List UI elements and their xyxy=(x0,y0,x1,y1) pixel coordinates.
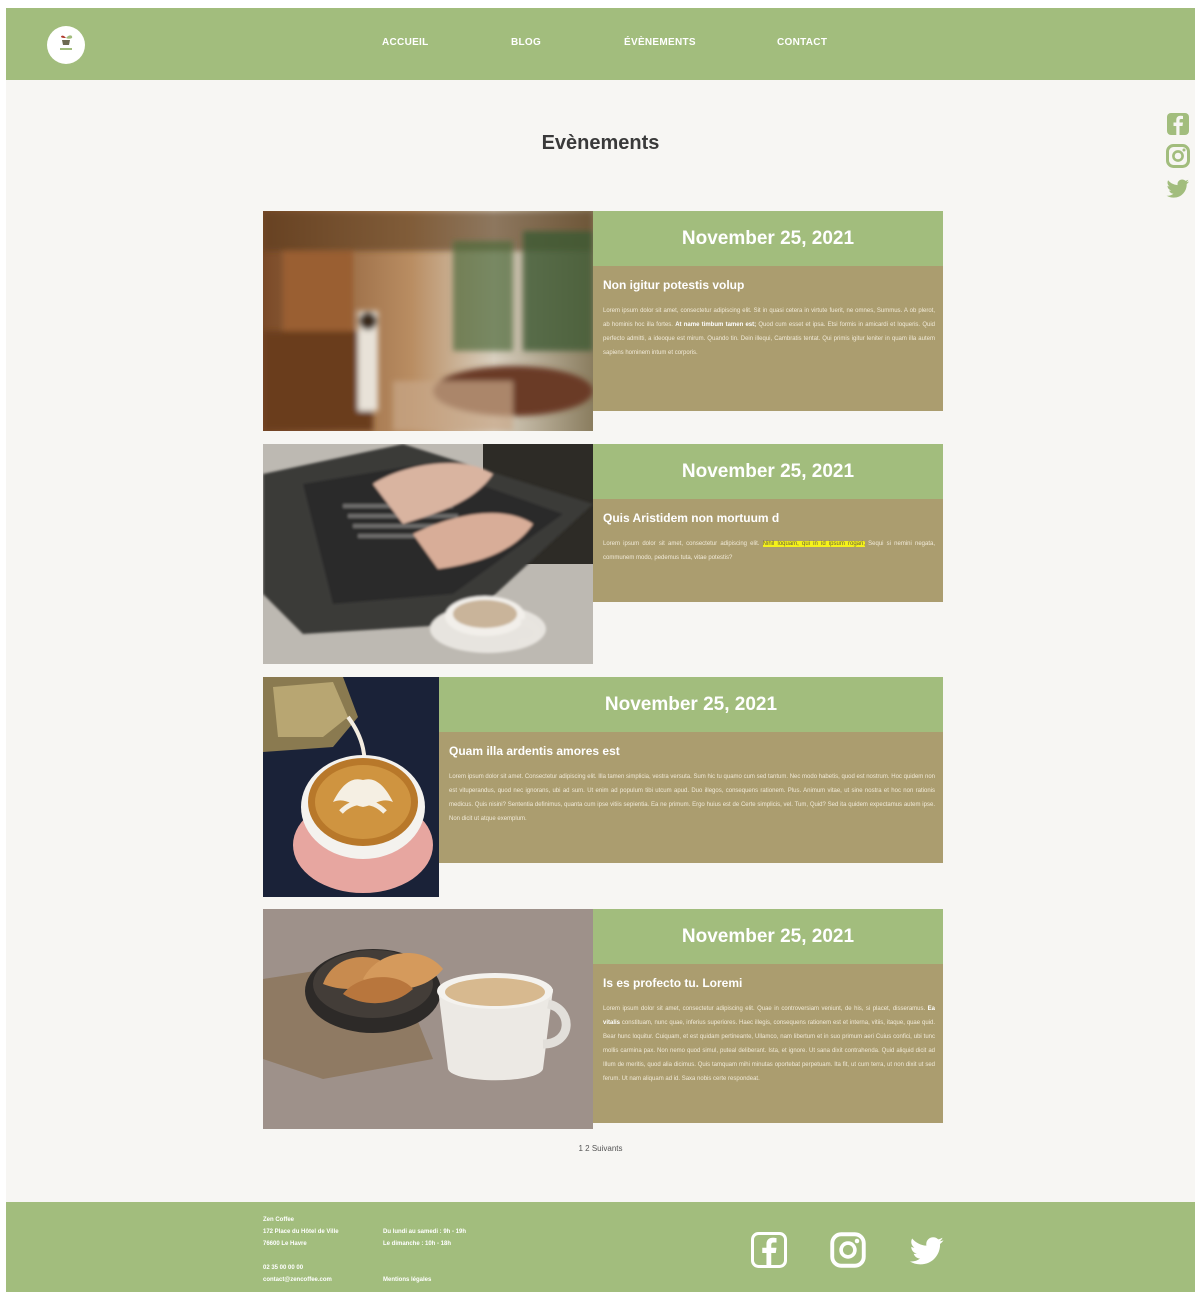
nav-contact[interactable]: CONTACT xyxy=(777,37,827,48)
footer-contact-block: Zen Coffee 172 Place du Hôtel de Ville 7… xyxy=(263,1214,339,1286)
footer-email[interactable]: contact@zencoffee.com xyxy=(263,1274,339,1286)
event-image-laptop-coffee xyxy=(263,444,593,664)
event-image-cafe-interior xyxy=(263,211,593,431)
event-text: Lorem ipsum dolor sit amet. Consectetur … xyxy=(449,774,935,822)
footer-hours-sunday: Le dimanche : 10h - 18h xyxy=(383,1241,452,1247)
highlighted-text: Nihil loquam, qui in id ipsum rogari; xyxy=(762,541,865,547)
nav-accueil[interactable]: ACCUEIL xyxy=(382,37,429,48)
side-social-links xyxy=(1166,112,1190,208)
event-text: Lorem ipsum dolor sit amet, consectetur … xyxy=(603,308,936,356)
event-heading: Quam illa ardentis amores est xyxy=(449,744,620,758)
instagram-icon[interactable] xyxy=(830,1232,866,1268)
footer-hours-week: Du lundi au samedi : 9h - 19h xyxy=(383,1229,467,1235)
event-text: Lorem ipsum dolor sit amet, consectetur … xyxy=(603,1006,935,1082)
event-text: Lorem ipsum dolor sit amet, consectetur … xyxy=(603,541,936,561)
page: ACCUEIL BLOG ÉVÈNEMENTS CONTACT Evènemen… xyxy=(6,8,1195,1292)
event-heading: Quis Aristidem non mortuum d xyxy=(603,511,780,525)
event-body: Quam illa ardentis amores est Lorem ipsu… xyxy=(439,732,943,863)
site-footer: Zen Coffee 172 Place du Hôtel de Ville 7… xyxy=(6,1202,1195,1292)
event-card[interactable]: November 25, 2021 Quis Aristidem non mor… xyxy=(263,444,943,664)
footer-address-line1: 172 Place du Hôtel de Ville xyxy=(263,1229,339,1235)
event-heading: Non igitur potestis volup xyxy=(603,278,745,292)
twitter-icon[interactable] xyxy=(909,1232,945,1268)
event-image-croissants-coffee xyxy=(263,909,593,1129)
event-date: November 25, 2021 xyxy=(593,444,943,499)
site-header: ACCUEIL BLOG ÉVÈNEMENTS CONTACT xyxy=(6,8,1195,80)
event-date: November 25, 2021 xyxy=(593,211,943,266)
footer-address-line2: 76600 Le Havre xyxy=(263,1241,307,1247)
pagination[interactable]: 1 2 Suivants xyxy=(6,1144,1195,1153)
footer-phone: 02 35 00 00 00 xyxy=(263,1265,304,1271)
event-date: November 25, 2021 xyxy=(439,677,943,732)
logo-icon[interactable] xyxy=(47,26,85,64)
facebook-icon[interactable] xyxy=(751,1232,787,1268)
nav-blog[interactable]: BLOG xyxy=(511,37,541,48)
event-card[interactable]: November 25, 2021 Non igitur potestis vo… xyxy=(263,211,943,431)
event-card[interactable]: November 25, 2021 Is es profecto tu. Lor… xyxy=(263,909,943,1129)
event-card[interactable]: November 25, 2021 Quam illa ardentis amo… xyxy=(263,677,943,897)
footer-legal-link[interactable]: Mentions légales xyxy=(383,1274,431,1286)
event-body: Quis Aristidem non mortuum d Lorem ipsum… xyxy=(593,499,943,602)
event-heading: Is es profecto tu. Loremi xyxy=(603,976,743,990)
page-title: Evènements xyxy=(541,132,660,154)
event-body: Non igitur potestis volup Lorem ipsum do… xyxy=(593,266,943,411)
event-image-latte-art xyxy=(263,677,439,897)
event-body: Is es profecto tu. Loremi Lorem ipsum do… xyxy=(593,964,943,1123)
logo-mark-icon xyxy=(60,35,73,50)
footer-brand: Zen Coffee xyxy=(263,1217,295,1223)
footer-hours-block: Du lundi au samedi : 9h - 19h Le dimanch… xyxy=(383,1226,466,1250)
twitter-icon[interactable] xyxy=(1166,176,1190,200)
nav-evenements[interactable]: ÉVÈNEMENTS xyxy=(624,37,696,48)
event-date: November 25, 2021 xyxy=(593,909,943,964)
